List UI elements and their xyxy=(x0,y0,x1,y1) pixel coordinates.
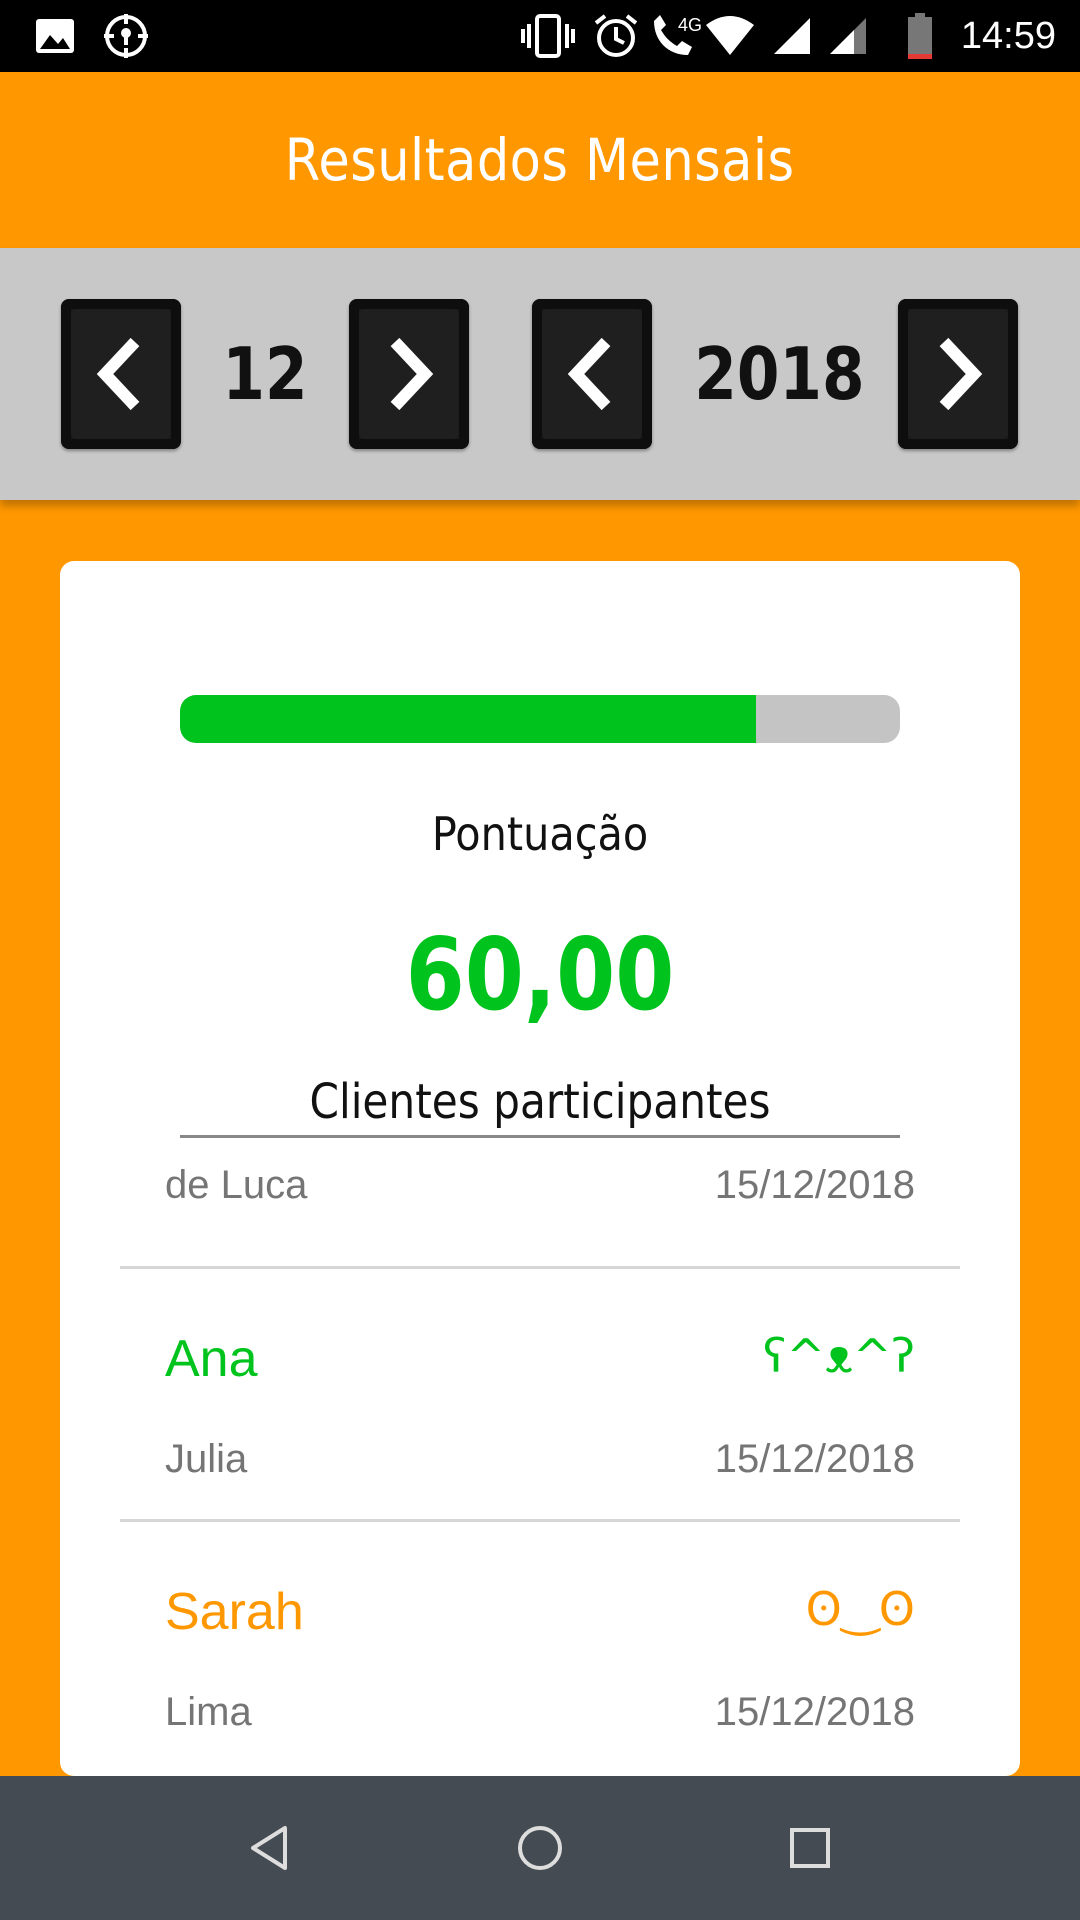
chevron-left-icon xyxy=(96,337,140,411)
alarm-icon xyxy=(592,0,640,72)
score-label: Pontuação xyxy=(431,807,649,861)
year-next-button[interactable] xyxy=(898,299,1018,449)
client-emote: ʘ‿ʘ xyxy=(805,1582,915,1636)
month-value: 12 xyxy=(222,332,308,416)
recents-button[interactable] xyxy=(750,1776,870,1920)
month-previous-button[interactable] xyxy=(61,299,181,449)
client-surname: Lima xyxy=(165,1690,252,1734)
clients-title: Clientes participantes xyxy=(309,1074,771,1130)
client-date: 15/12/2018 xyxy=(714,1690,915,1734)
client-surname: de Luca xyxy=(165,1163,308,1207)
client-emote: ʕ^ᴥ^ʔ xyxy=(763,1329,915,1383)
location-icon xyxy=(100,0,152,72)
client-date: 15/12/2018 xyxy=(714,1163,915,1207)
clients-title-divider xyxy=(180,1135,900,1138)
app-bar: Resultados Mensais xyxy=(0,72,1080,248)
score-progress-fill xyxy=(180,695,756,743)
chevron-right-icon xyxy=(390,337,434,411)
recents-square-icon xyxy=(790,1828,830,1868)
client-row[interactable]: Ana ʕ^ᴥ^ʔ Julia 15/12/2018 xyxy=(60,1269,1020,1519)
date-selector: 12 2018 xyxy=(0,248,1080,500)
chevron-right-icon xyxy=(939,337,983,411)
home-button[interactable] xyxy=(480,1776,600,1920)
image-icon xyxy=(30,0,80,72)
client-row[interactable]: Sarah ʘ‿ʘ Lima 15/12/2018 xyxy=(60,1522,1020,1772)
volte-4g-call-icon: 4G xyxy=(648,0,708,72)
client-surname: Julia xyxy=(165,1437,248,1481)
vibrate-icon xyxy=(520,0,576,72)
year-value: 2018 xyxy=(694,332,865,416)
wifi-icon xyxy=(704,0,756,72)
client-date: 15/12/2018 xyxy=(714,1437,915,1481)
score-value: 60,00 xyxy=(405,916,675,1033)
back-triangle-icon xyxy=(251,1826,287,1870)
system-navigation-bar xyxy=(0,1776,1080,1920)
back-button[interactable] xyxy=(210,1776,330,1920)
chevron-left-icon xyxy=(567,337,611,411)
status-time: 14:59 xyxy=(960,15,1056,57)
client-name: Sarah xyxy=(165,1583,304,1641)
battery-icon xyxy=(902,0,938,72)
results-card: Pontuação 60,00 Clientes participantes d… xyxy=(60,561,1020,1776)
page-title: Resultados Mensais xyxy=(285,126,795,194)
client-name: Ana xyxy=(165,1330,258,1388)
month-next-button[interactable] xyxy=(349,299,469,449)
signal-icon xyxy=(770,0,814,72)
home-circle-icon xyxy=(518,1826,562,1870)
signal-icon-2 xyxy=(826,0,870,72)
score-progress-bar xyxy=(180,695,900,743)
year-previous-button[interactable] xyxy=(532,299,652,449)
status-bar: 4G 14:59 xyxy=(0,0,1080,72)
client-row[interactable]: de Luca 15/12/2018 xyxy=(60,1141,1020,1231)
svg-text:4G: 4G xyxy=(678,15,702,35)
